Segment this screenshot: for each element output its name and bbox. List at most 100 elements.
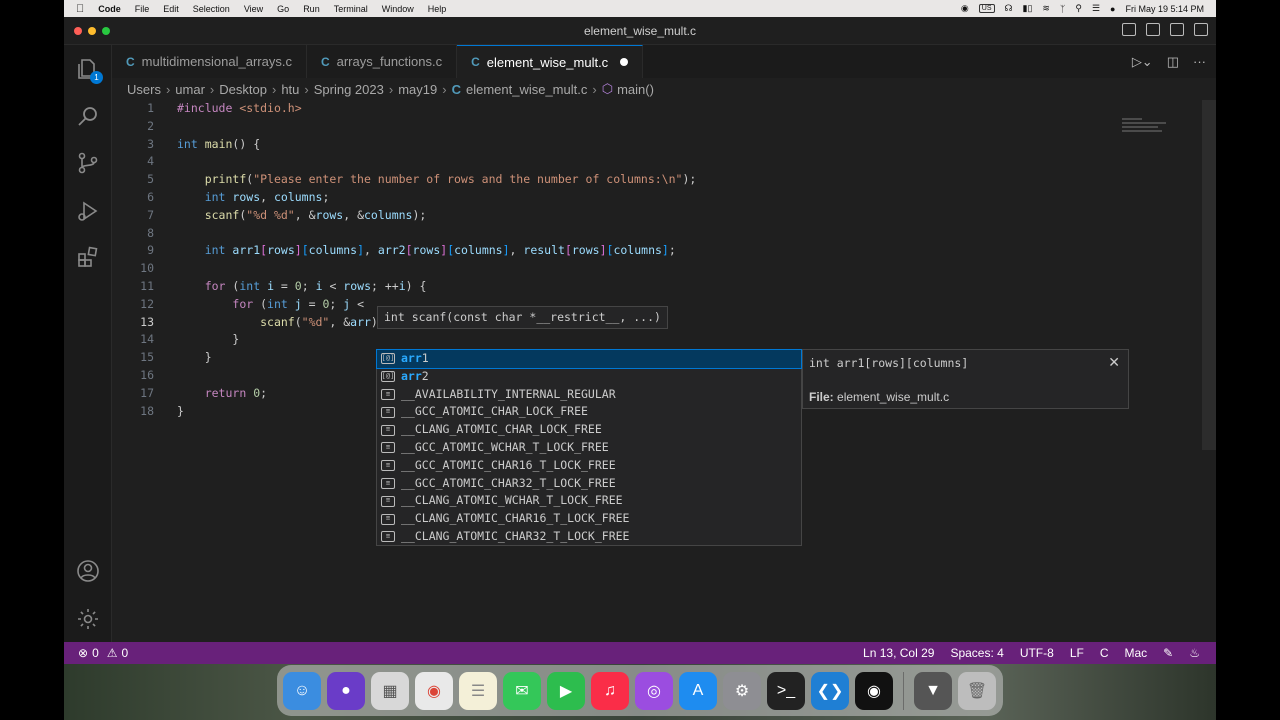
constant-symbol-icon: ≡ xyxy=(381,495,395,507)
bluetooth-icon[interactable]: ᛉ xyxy=(1060,4,1065,14)
unsaved-dot-icon[interactable] xyxy=(620,58,629,66)
breadcrumb-item[interactable]: may19 xyxy=(398,82,437,97)
tab-multidimensional-arrays[interactable]: C multidimensional_arrays.c xyxy=(112,45,307,78)
accounts-icon[interactable] xyxy=(76,559,100,583)
minimap[interactable] xyxy=(1122,118,1172,138)
suggestion-item[interactable]: [@] arr 1 xyxy=(376,349,802,369)
system-settings-icon[interactable]: ⚙ xyxy=(723,671,761,710)
headphones-icon[interactable]: ☊ xyxy=(1005,3,1013,14)
downloads-stack-icon[interactable]: ▼ xyxy=(914,671,952,710)
constant-symbol-icon: ≡ xyxy=(381,477,395,489)
creative-cloud-icon[interactable]: ◉ xyxy=(961,3,969,14)
customize-layout-icon[interactable] xyxy=(1194,23,1208,36)
source-control-icon[interactable] xyxy=(76,151,100,175)
split-editor-icon[interactable]: ◫ xyxy=(1167,54,1179,70)
control-center-icon[interactable]: ☰ xyxy=(1092,3,1100,14)
close-window-button[interactable] xyxy=(74,27,82,35)
indentation[interactable]: Spaces: 4 xyxy=(950,646,1003,660)
siri-icon[interactable]: ● xyxy=(327,671,365,710)
platform-config[interactable]: Mac xyxy=(1125,646,1148,660)
notifications-bell-icon[interactable]: ♨ xyxy=(1189,646,1200,660)
end-of-line[interactable]: LF xyxy=(1070,646,1084,660)
minimize-window-button[interactable] xyxy=(88,27,96,35)
suggestion-item[interactable]: ≡ __GCC_ATOMIC_CHAR32_T_LOCK_FREE xyxy=(377,475,801,493)
suggest-detail-signature: int arr1[rows][columns] xyxy=(809,356,969,370)
apple-icon[interactable]:  xyxy=(76,3,84,15)
terminal-icon[interactable]: >_ xyxy=(767,671,805,710)
suggestion-item[interactable]: ≡ __CLANG_ATOMIC_CHAR16_T_LOCK_FREE xyxy=(377,510,801,528)
suggestion-item[interactable]: ≡ __CLANG_ATOMIC_CHAR_LOCK_FREE xyxy=(377,421,801,439)
app-store-icon[interactable]: A xyxy=(679,671,717,710)
menu-go[interactable]: Go xyxy=(277,4,289,14)
toggle-panel-icon[interactable] xyxy=(1146,23,1160,36)
finder-icon[interactable]: ☺ xyxy=(283,671,321,710)
suggest-detail-file: File: element_wise_mult.c xyxy=(809,390,949,404)
suggestion-item[interactable]: ≡ __CLANG_ATOMIC_CHAR32_T_LOCK_FREE xyxy=(377,528,801,546)
notes-icon[interactable]: ☰ xyxy=(459,671,497,710)
suggestion-item[interactable]: ≡ __CLANG_ATOMIC_WCHAR_T_LOCK_FREE xyxy=(377,492,801,510)
breadcrumb-item[interactable]: umar xyxy=(175,82,205,97)
c-file-icon: C xyxy=(320,54,330,69)
launchpad-icon[interactable]: ▦ xyxy=(371,671,409,710)
zoom-window-button[interactable] xyxy=(102,27,110,35)
problems-indicator[interactable]: ⊗ 0 ⚠ 0 xyxy=(64,646,128,660)
search-icon[interactable]: ⚲ xyxy=(1075,3,1082,14)
code-line: } xyxy=(177,332,240,347)
breadcrumb-item[interactable]: Users xyxy=(127,82,161,97)
breadcrumb-file[interactable]: element_wise_mult.c xyxy=(466,82,587,97)
menu-window[interactable]: Window xyxy=(382,4,414,14)
breadcrumb-symbol[interactable]: main() xyxy=(617,82,654,97)
close-icon[interactable]: ✕ xyxy=(1108,354,1120,371)
language-mode[interactable]: C xyxy=(1100,646,1109,660)
suggestion-text: __CLANG_ATOMIC_CHAR32_T_LOCK_FREE xyxy=(401,528,630,543)
toggle-secondary-sidebar-icon[interactable] xyxy=(1170,23,1184,36)
run-code-icon[interactable]: ▷⌄ xyxy=(1132,54,1153,70)
vscode-icon[interactable]: ❮❯ xyxy=(811,671,849,710)
menu-selection[interactable]: Selection xyxy=(193,4,230,14)
tab-arrays-functions[interactable]: C arrays_functions.c xyxy=(306,45,458,78)
search-view-icon[interactable] xyxy=(76,105,100,129)
suggestion-text: __GCC_ATOMIC_CHAR16_T_LOCK_FREE xyxy=(401,457,616,472)
menu-terminal[interactable]: Terminal xyxy=(334,4,368,14)
battery-icon[interactable]: ▮▯ xyxy=(1023,3,1033,14)
menu-edit[interactable]: Edit xyxy=(163,4,179,14)
chrome-icon[interactable]: ◉ xyxy=(415,671,453,710)
breadcrumb-item[interactable]: Desktop xyxy=(219,82,267,97)
code-line: scanf("%d", &arr) xyxy=(260,314,378,329)
menu-file[interactable]: File xyxy=(135,4,150,14)
trash-icon[interactable]: 🗑 xyxy=(958,671,996,710)
cursor-position[interactable]: Ln 13, Col 29 xyxy=(863,646,934,660)
chevron-right-icon: › xyxy=(304,81,309,97)
siri-icon[interactable]: ● xyxy=(1110,4,1115,14)
suggestion-item[interactable]: ≡ __GCC_ATOMIC_CHAR16_T_LOCK_FREE xyxy=(377,457,801,475)
messages-icon[interactable]: ✉ xyxy=(503,671,541,710)
feedback-icon[interactable]: ✎ xyxy=(1163,646,1173,660)
obs-icon[interactable]: ◉ xyxy=(855,671,893,710)
menubar-clock[interactable]: Fri May 19 5:14 PM xyxy=(1125,4,1204,14)
facetime-icon[interactable]: ▶ xyxy=(547,671,585,710)
more-actions-icon[interactable]: ··· xyxy=(1193,54,1206,69)
explorer-icon[interactable]: 1 xyxy=(76,57,103,84)
run-debug-icon[interactable] xyxy=(76,199,100,223)
menu-app-name[interactable]: Code xyxy=(98,4,121,14)
encoding[interactable]: UTF-8 xyxy=(1020,646,1054,660)
breadcrumb-item[interactable]: htu xyxy=(281,82,299,97)
menu-help[interactable]: Help xyxy=(428,4,447,14)
manage-gear-icon[interactable] xyxy=(76,607,100,631)
menu-run[interactable]: Run xyxy=(303,4,320,14)
suggestion-item[interactable]: ≡ __GCC_ATOMIC_CHAR_LOCK_FREE xyxy=(377,403,801,421)
menu-view[interactable]: View xyxy=(244,4,263,14)
wifi-icon[interactable]: ≋ xyxy=(1042,3,1050,14)
extensions-icon[interactable] xyxy=(76,245,100,269)
podcasts-icon[interactable]: ◎ xyxy=(635,671,673,710)
vertical-scrollbar[interactable] xyxy=(1202,100,1216,450)
suggestion-item[interactable]: ≡ __GCC_ATOMIC_WCHAR_T_LOCK_FREE xyxy=(377,439,801,457)
music-icon[interactable]: ♫ xyxy=(591,671,629,710)
suggestion-item[interactable]: ≡ __AVAILABILITY_INTERNAL_REGULAR xyxy=(377,386,801,404)
tab-element-wise-mult[interactable]: C element_wise_mult.c xyxy=(457,45,644,78)
breadcrumb-item[interactable]: Spring 2023 xyxy=(314,82,384,97)
suggestion-item[interactable]: [@] arr 2 xyxy=(377,368,801,386)
error-count: 0 xyxy=(92,646,99,660)
toggle-primary-sidebar-icon[interactable] xyxy=(1122,23,1136,36)
input-source-indicator[interactable]: US xyxy=(978,4,995,13)
